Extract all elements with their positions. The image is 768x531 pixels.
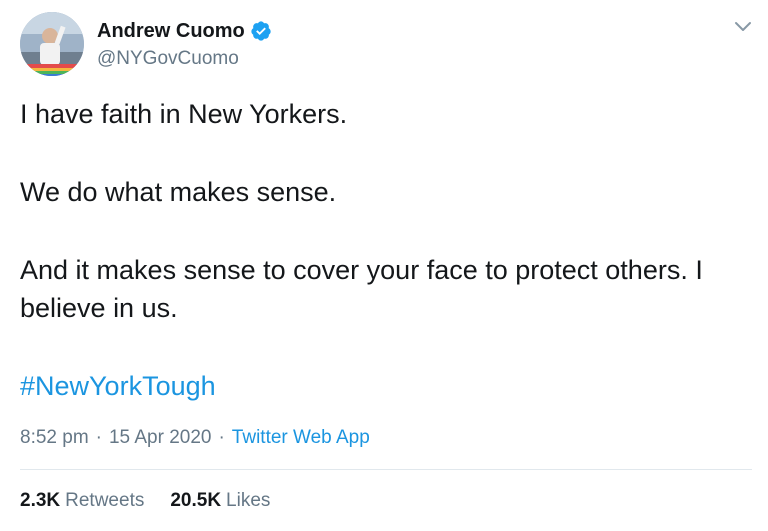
likes-label: Likes (226, 490, 271, 511)
tweet-text: I have faith in New Yorkers. We do what … (20, 95, 740, 367)
engagement-stats: 2.3K Retweets 20.5K Likes (20, 490, 296, 512)
display-name[interactable]: Andrew Cuomo (97, 20, 245, 43)
user-handle[interactable]: @NYGovCuomo (97, 48, 272, 70)
tweet-paragraph: I have faith in New Yorkers. (20, 99, 348, 129)
tweet-card: Andrew Cuomo @NYGovCuomo I have faith in… (0, 0, 768, 531)
verified-badge-icon (250, 20, 272, 42)
retweets-stat[interactable]: 2.3K Retweets (20, 490, 144, 512)
likes-stat[interactable]: 20.5K Likes (170, 490, 270, 512)
tweet-metadata: 8:52 pm · 15 Apr 2020 · Twitter Web App (20, 427, 370, 449)
divider (20, 469, 752, 470)
retweets-label: Retweets (65, 490, 145, 511)
author-block: Andrew Cuomo @NYGovCuomo (97, 18, 272, 70)
retweets-count: 2.3K (20, 490, 61, 511)
chevron-down-icon[interactable] (734, 20, 752, 32)
avatar[interactable] (20, 12, 84, 76)
meta-separator: · (218, 427, 225, 448)
tweet-date[interactable]: 15 Apr 2020 (109, 427, 211, 449)
tweet-paragraph: We do what makes sense. (20, 177, 337, 207)
meta-separator: · (95, 427, 102, 448)
name-row: Andrew Cuomo (97, 18, 272, 44)
hashtag-link[interactable]: #NewYorkTough (20, 367, 216, 405)
avatar-photo (20, 12, 84, 76)
source-link[interactable]: Twitter Web App (232, 427, 370, 449)
tweet-paragraph: And it makes sense to cover your face to… (20, 255, 703, 323)
likes-count: 20.5K (170, 490, 222, 511)
tweet-time[interactable]: 8:52 pm (20, 427, 89, 449)
